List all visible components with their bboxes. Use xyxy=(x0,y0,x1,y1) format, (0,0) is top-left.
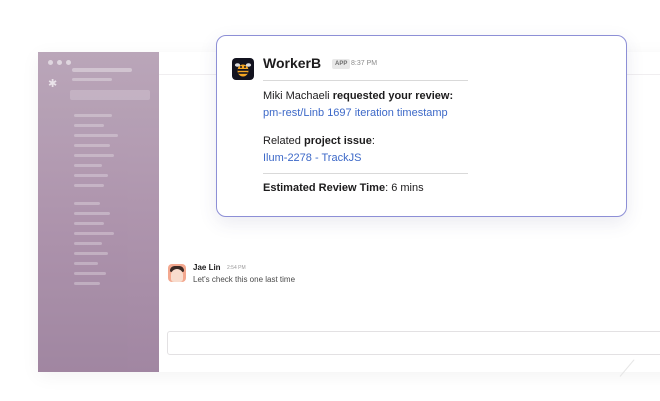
sidebar-item[interactable] xyxy=(74,202,100,205)
sidebar-item[interactable] xyxy=(74,272,106,275)
sidebar-item[interactable] xyxy=(74,242,102,245)
sidebar-search-placeholder[interactable] xyxy=(70,90,150,100)
avatar[interactable] xyxy=(168,264,186,282)
sidebar-item[interactable] xyxy=(74,184,104,187)
screenshot-stage: ✱ Jae Lin 2:54 PM Let's check this one l… xyxy=(0,0,660,401)
app-badge: APP xyxy=(332,59,351,69)
sidebar-item[interactable] xyxy=(74,222,104,225)
sidebar-item[interactable] xyxy=(74,232,114,235)
message-author[interactable]: Jae Lin xyxy=(193,263,221,272)
bot-name[interactable]: WorkerB xyxy=(263,55,321,71)
sidebar-item[interactable] xyxy=(74,124,104,127)
notification-timestamp[interactable]: 8:37 PM xyxy=(351,60,377,67)
related-issue-text: Related project issue: xyxy=(263,135,375,147)
message-text: Let's check this one last time xyxy=(193,275,296,284)
review-link[interactable]: pm-rest/Linb 1697 iteration timestamp xyxy=(263,107,448,119)
sidebar-item[interactable] xyxy=(74,144,110,147)
estimate-label: Estimated Review Time xyxy=(263,182,386,194)
sidebar-item[interactable] xyxy=(74,164,102,167)
sidebar-item[interactable] xyxy=(74,134,118,137)
message-timestamp[interactable]: 2:54 PM xyxy=(227,265,246,271)
sidebar-item[interactable] xyxy=(74,114,112,117)
slack-logo-icon: ✱ xyxy=(48,78,58,90)
sidebar-item[interactable] xyxy=(74,262,98,265)
requester-name: Miki Machaeli xyxy=(263,90,330,102)
sidebar-item[interactable] xyxy=(74,252,108,255)
window-controls xyxy=(48,60,71,65)
issue-link[interactable]: Ilum-2278 - TrackJS xyxy=(263,152,361,164)
sidebar-item[interactable] xyxy=(74,154,114,157)
review-request-text: Miki Machaeli requested your review: xyxy=(263,90,453,102)
review-estimate: Estimated Review Time: 6 mins xyxy=(263,182,424,194)
card-divider xyxy=(263,173,468,174)
window-dot[interactable] xyxy=(48,60,53,65)
chat-message: Jae Lin 2:54 PM Let's check this one las… xyxy=(168,262,468,292)
sidebar-item[interactable] xyxy=(74,282,100,285)
sidebar-item[interactable] xyxy=(74,212,110,215)
message-input[interactable] xyxy=(167,331,660,355)
related-bold: project issue xyxy=(303,135,372,147)
window-dot[interactable] xyxy=(57,60,62,65)
user-status-placeholder xyxy=(72,78,112,81)
review-phrase: requested your review: xyxy=(332,90,454,102)
window-dot[interactable] xyxy=(66,60,71,65)
bee-icon xyxy=(232,58,254,80)
notification-card[interactable]: WorkerB APP 8:37 PM Miki Machaeli reques… xyxy=(216,35,627,217)
workspace-name-placeholder[interactable] xyxy=(72,68,132,72)
estimate-value: : 6 mins xyxy=(385,182,424,194)
card-divider xyxy=(263,80,468,81)
workspace-sidebar: ✱ xyxy=(38,52,159,372)
sidebar-item[interactable] xyxy=(74,174,108,177)
related-suffix: : xyxy=(371,135,375,147)
related-prefix: Related xyxy=(263,135,301,147)
